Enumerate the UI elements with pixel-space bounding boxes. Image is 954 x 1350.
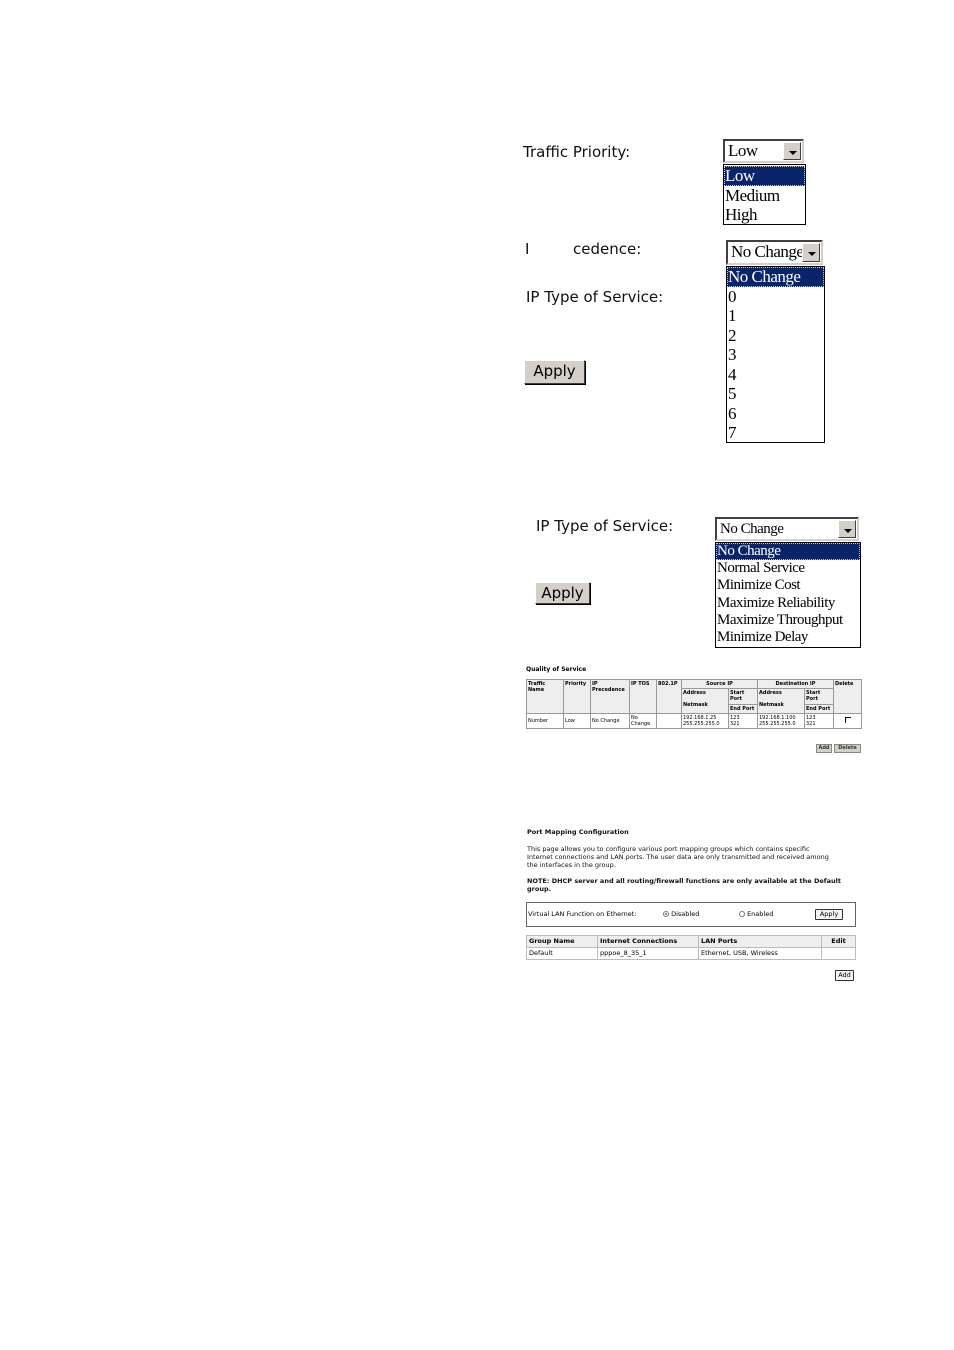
option-minimize-delay[interactable]: Minimize Delay <box>716 629 860 646</box>
port-mapping-title: Port Mapping Configuration <box>527 828 629 836</box>
radio-enabled[interactable] <box>739 911 745 917</box>
col-source-ip: Source IP <box>681 679 758 689</box>
qos-title: Quality of Service <box>526 666 587 673</box>
src-netmask-value: 255.255.255.0 <box>683 721 720 727</box>
cell-delete <box>833 713 862 729</box>
qos-table: Traffic Name Priority IP Precedence IP T… <box>526 679 862 729</box>
apply-button[interactable]: Apply <box>524 360 585 384</box>
dst-netmask-label: Netmask <box>759 702 784 708</box>
dst-netmask-value: 255.255.255.0 <box>759 721 796 727</box>
cell-lan-ports: Ethernet, USB, Wireless <box>698 947 822 960</box>
cell-dst-address: 192.168.1.100 255.255.255.0 <box>757 713 805 729</box>
option-low[interactable]: Low <box>724 166 805 186</box>
ip-precedence-options: No Change 0 1 2 3 4 5 6 7 <box>726 266 825 443</box>
delete-checkbox[interactable] <box>844 717 851 723</box>
option-6[interactable]: 6 <box>727 404 824 424</box>
option-no-change[interactable]: No Change <box>716 543 860 561</box>
cell-src-address: 192.168.1.25 255.255.255.0 <box>681 713 729 729</box>
table-row: Number Low No Change No Change 192.168.1… <box>526 713 862 729</box>
vlan-apply-button[interactable]: Apply <box>815 909 843 920</box>
cell-8021p <box>656 713 682 729</box>
cell-traffic-name: Number <box>526 713 564 729</box>
add-rule-button[interactable]: Add <box>816 744 832 753</box>
disabled-label: Disabled <box>671 910 700 918</box>
ip-precedence-label-end: cedence: <box>573 240 642 258</box>
col-destination-ip: Destination IP <box>757 679 834 689</box>
col-dst-address-netmask: Address Netmask <box>757 688 805 714</box>
ip-precedence-label-start: I <box>525 240 530 258</box>
delete-rule-button[interactable]: Delete <box>834 744 861 753</box>
cell-edit[interactable] <box>821 947 856 960</box>
cell-dst-ports: 123 321 <box>804 713 834 729</box>
option-medium[interactable]: Medium <box>724 186 805 206</box>
radio-disabled[interactable] <box>663 911 669 917</box>
src-end-port-value: 321 <box>730 721 740 727</box>
chevron-down-icon[interactable] <box>802 243 820 262</box>
port-group-table: Group Name Internet Connections LAN Port… <box>526 935 856 960</box>
option-minimize-cost[interactable]: Minimize Cost <box>716 577 860 594</box>
ip-tos-options: No Change Normal Service Minimize Cost M… <box>715 542 861 648</box>
add-group-button[interactable]: Add <box>835 970 854 981</box>
ip-precedence-select[interactable]: No Change <box>726 240 823 265</box>
col-lan-ports: LAN Ports <box>698 935 822 948</box>
port-mapping-note: NOTE: DHCP server and all routing/firewa… <box>527 877 841 893</box>
apply-button-2[interactable]: Apply <box>535 582 590 604</box>
cell-internet-connections: pppoe_8_35_1 <box>597 947 699 960</box>
vlan-enabled-option[interactable]: Enabled <box>739 910 773 918</box>
src-address-label: Address <box>683 690 706 696</box>
chevron-down-icon[interactable] <box>783 142 801 160</box>
option-no-change[interactable]: No Change <box>727 267 824 287</box>
ip-tos-label-2: IP Type of Service: <box>536 517 674 535</box>
ip-tos-label: IP Type of Service: <box>526 288 664 306</box>
enabled-label: Enabled <box>747 910 774 918</box>
col-src-address-netmask: Address Netmask <box>681 688 729 714</box>
option-normal-service[interactable]: Normal Service <box>716 560 860 577</box>
col-delete: Delete <box>833 679 862 714</box>
cell-ip-tos: No Change <box>629 713 657 729</box>
vlan-function-box: Virtual LAN Function on Ethernet: Disabl… <box>526 902 856 927</box>
traffic-priority-select[interactable]: Low <box>723 139 804 163</box>
col-priority: Priority <box>563 679 591 714</box>
dst-end-port-label: End Port <box>804 703 834 715</box>
option-5[interactable]: 5 <box>727 384 824 404</box>
cell-group-name: Default <box>526 947 598 960</box>
traffic-priority-value: Low <box>728 141 758 160</box>
option-1[interactable]: 1 <box>727 306 824 326</box>
option-high[interactable]: High <box>724 205 805 225</box>
option-0[interactable]: 0 <box>727 287 824 307</box>
chevron-down-icon[interactable] <box>838 520 856 538</box>
option-4[interactable]: 4 <box>727 365 824 385</box>
col-ip-precedence: IP Precedence <box>590 679 630 714</box>
dst-address-label: Address <box>759 690 782 696</box>
cell-ip-precedence: No Change <box>590 713 630 729</box>
option-3[interactable]: 3 <box>727 345 824 365</box>
col-group-name: Group Name <box>526 935 598 948</box>
ip-tos-select[interactable]: No Change <box>715 517 859 541</box>
vlan-disabled-option[interactable]: Disabled <box>663 910 699 918</box>
col-edit: Edit <box>821 935 856 948</box>
port-mapping-description: This page allows you to configure variou… <box>527 845 829 869</box>
traffic-priority-label: Traffic Priority: <box>523 143 631 161</box>
cell-priority: Low <box>563 713 591 729</box>
col-8021p: 802.1P <box>656 679 682 714</box>
col-ip-tos: IP TOS <box>629 679 657 714</box>
dst-start-port-label: Start Port <box>804 688 834 705</box>
col-internet-connections: Internet Connections <box>597 935 699 948</box>
traffic-priority-options: Low Medium High <box>723 164 806 225</box>
col-traffic-name: Traffic Name <box>526 679 564 714</box>
src-end-port-label: End Port <box>728 703 758 715</box>
ip-precedence-value: No Change <box>731 242 804 261</box>
option-2[interactable]: 2 <box>727 326 824 346</box>
src-start-port-label: Start Port <box>728 688 758 705</box>
cell-src-ports: 123 321 <box>728 713 758 729</box>
src-netmask-label: Netmask <box>683 702 708 708</box>
table-row: Default pppoe_8_35_1 Ethernet, USB, Wire… <box>526 947 856 960</box>
option-maximize-throughput[interactable]: Maximize Throughput <box>716 612 860 629</box>
option-7[interactable]: 7 <box>727 423 824 443</box>
vlan-label: Virtual LAN Function on Ethernet: <box>528 910 637 918</box>
dst-end-port-value: 321 <box>806 721 816 727</box>
option-maximize-reliability[interactable]: Maximize Reliability <box>716 595 860 612</box>
ip-tos-value: No Change <box>720 521 784 537</box>
